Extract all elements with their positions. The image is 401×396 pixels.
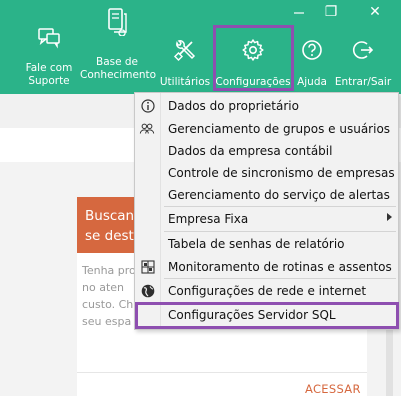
- configuracoes-highlight: [213, 25, 294, 91]
- menu-item-sync-control[interactable]: Controle de sincronismo de empresas: [134, 163, 399, 183]
- menu-separator: [164, 278, 396, 279]
- restore-button[interactable]: ❐: [318, 2, 344, 22]
- toolbar-label: Base de: [95, 56, 139, 68]
- minimize-icon: [294, 12, 304, 14]
- monitor-grid-icon: [141, 260, 155, 274]
- knowledge-base-icon: [108, 8, 127, 36]
- close-button[interactable]: ✕: [362, 2, 388, 22]
- menu-item-owner-data[interactable]: Dados do proprietário: [134, 96, 399, 116]
- menu-item-label: Gerenciamento de grupos e usuários: [168, 122, 391, 136]
- chat-icon: [38, 28, 60, 49]
- menu-separator: [164, 206, 396, 207]
- menu-item-label: Gerenciamento do serviço de alertas: [168, 188, 390, 202]
- divider: [77, 372, 367, 373]
- promo-card-text: custo. Ch: [82, 298, 134, 311]
- menu-item-label: Empresa Fixa: [168, 212, 249, 226]
- toolbar-label: Entrar/Sair: [334, 76, 392, 88]
- menu-item-routine-monitoring[interactable]: Monitoramento de rotinas e assentos: [134, 257, 399, 277]
- help-icon: [302, 40, 322, 60]
- info-icon: [141, 99, 155, 113]
- menu-item-groups-users[interactable]: Gerenciamento de grupos e usuários: [134, 119, 399, 139]
- menu-separator: [164, 231, 396, 232]
- menu-item-report-passwords[interactable]: Tabela de senhas de relatório: [134, 234, 399, 254]
- menu-item-label: Tabela de senhas de relatório: [168, 237, 345, 251]
- promo-card-text: Tenha pro: [82, 264, 136, 277]
- acessar-link[interactable]: ACESSAR: [305, 382, 361, 396]
- toolbar-knowledge-base[interactable]: Base de Conhecimento: [80, 6, 156, 81]
- menu-item-accounting-company[interactable]: Dados da empresa contábil: [134, 141, 399, 161]
- menu-item-fixed-company[interactable]: Empresa Fixa: [134, 209, 399, 229]
- restore-icon: ❐: [324, 4, 338, 20]
- toolbar-label: Utilitários: [159, 76, 211, 88]
- toolbar: ❐ ✕ Fale com Suporte Base de Conheciment…: [0, 0, 401, 94]
- toolbar-chat-support[interactable]: Fale com Suporte: [22, 26, 76, 92]
- promo-card-body: Tenha pro no aten custo. Ch seu espa: [82, 262, 136, 330]
- submenu-arrow-icon: [387, 213, 392, 221]
- menu-item-network-settings[interactable]: Configurações de rede e internet: [134, 281, 399, 301]
- toolbar-label: Fale com: [25, 62, 73, 74]
- promo-card-text: seu espa: [82, 315, 132, 328]
- menu-item-label: Monitoramento de rotinas e assentos: [168, 260, 392, 274]
- users-icon: [139, 123, 155, 134]
- minimize-button[interactable]: [286, 2, 312, 22]
- toolbar-label: Conhecimento: [80, 69, 157, 81]
- menu-item-label: Controle de sincronismo de empresas: [168, 166, 395, 180]
- logout-icon: [352, 41, 374, 59]
- menu-item-label: Dados do proprietário: [168, 99, 299, 113]
- globe-icon: [141, 284, 155, 298]
- close-icon: ✕: [369, 4, 381, 20]
- toolbar-label: Ajuda: [297, 76, 327, 88]
- menu-item-label: Dados da empresa contábil: [168, 144, 333, 158]
- menu-item-label: Configurações de rede e internet: [168, 284, 367, 298]
- toolbar-label: Suporte: [28, 75, 70, 87]
- tools-icon: [173, 40, 196, 62]
- sql-server-highlight: [135, 302, 399, 329]
- promo-card-text: no aten: [82, 281, 124, 294]
- menu-item-alert-service[interactable]: Gerenciamento do serviço de alertas: [134, 185, 399, 205]
